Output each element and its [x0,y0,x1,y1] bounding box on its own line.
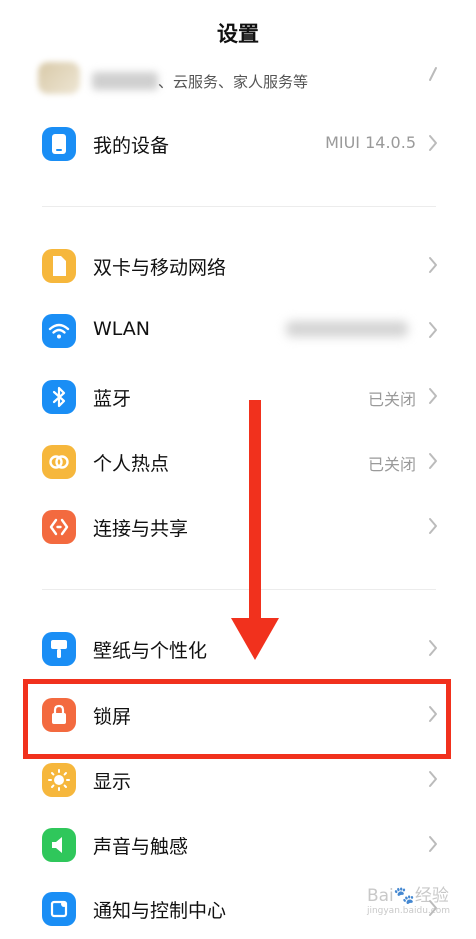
chevron-right-icon [429,518,437,534]
watermark-url: jingyan.baidu.com [366,906,450,916]
settings-item-label: 双卡与移动网络 [93,257,227,279]
wallpaper-icon [42,632,76,666]
account-subtitle: 、云服务、家人服务等 [158,73,309,91]
settings-item-label: WLAN [93,318,151,340]
account-name-blurred [92,72,158,90]
sim-card-icon [42,249,76,283]
chevron-right-icon [429,67,437,81]
settings-item-sim-network[interactable]: 双卡与移动网络 [0,236,476,296]
settings-item-value: 已关闭 [367,390,416,409]
wlan-network-blurred [286,321,408,337]
settings-item-bluetooth[interactable]: 蓝牙 已关闭 [0,367,476,427]
settings-item-label: 个人热点 [93,453,170,475]
settings-item-label: 我的设备 [93,135,170,157]
settings-item-label: 连接与共享 [93,518,189,540]
phone-icon [42,127,76,161]
watermark: Bai🐾经验 jingyan.baidu.com [367,881,450,916]
chevron-right-icon [429,640,437,656]
annotation-highlight-box [23,679,451,759]
chevron-right-icon [429,257,437,273]
settings-item-wlan[interactable]: WLAN [0,301,476,361]
bluetooth-icon [42,380,76,414]
settings-item-label: 通知与控制中心 [93,900,227,922]
watermark-brand: Bai🐾经验 [366,886,449,906]
chevron-right-icon [429,453,437,469]
settings-item-label: 蓝牙 [93,388,132,410]
settings-item-display[interactable]: 显示 [0,750,476,810]
share-icon [42,510,76,544]
chevron-right-icon [429,135,437,151]
settings-item-value: 已关闭 [367,455,416,474]
chevron-right-icon [429,836,437,852]
settings-item-my-device[interactable]: 我的设备 MIUI 14.0.5 [0,114,476,174]
wifi-icon [42,314,76,348]
settings-item-value: MIUI 14.0.5 [325,133,416,152]
settings-item-sound[interactable]: 声音与触感 [0,815,476,875]
page-title: 设置 [217,22,259,46]
notification-icon [42,892,76,926]
settings-item-hotspot[interactable]: 个人热点 已关闭 [0,432,476,492]
settings-item-label: 显示 [93,771,132,793]
settings-item-label: 声音与触感 [93,836,189,858]
chevron-right-icon [429,322,437,338]
chevron-right-icon [429,771,437,787]
settings-item-connection-share[interactable]: 连接与共享 [0,497,476,557]
sun-icon [42,763,76,797]
settings-item-wallpaper[interactable]: 壁纸与个性化 [0,619,476,679]
divider [42,589,436,590]
hotspot-icon [42,445,76,479]
account-row[interactable]: 、云服务、家人服务等 [0,58,476,106]
divider [42,206,436,207]
chevron-right-icon [429,388,437,404]
settings-item-label: 壁纸与个性化 [93,640,208,662]
avatar [38,62,80,94]
speaker-icon [42,828,76,862]
